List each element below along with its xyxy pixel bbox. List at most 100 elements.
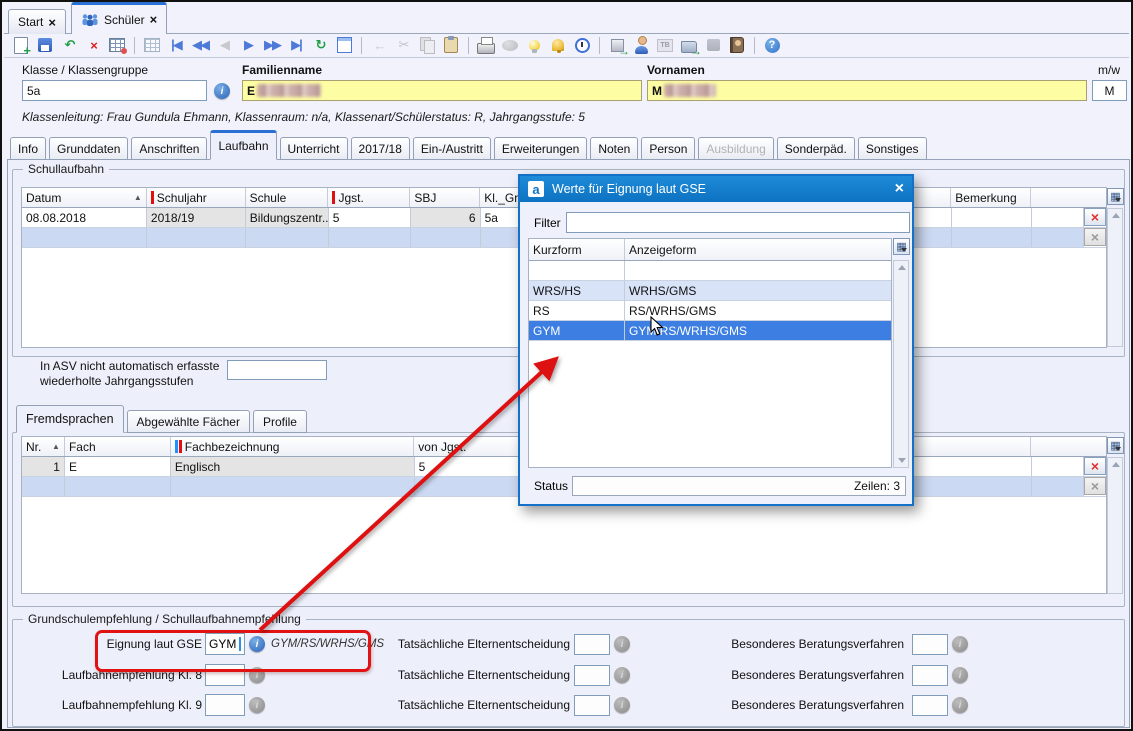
column-header-fachbezeichnung[interactable]: Fachbezeichnung [171, 437, 415, 456]
report-icon[interactable] [333, 35, 355, 55]
print-icon[interactable] [475, 35, 497, 55]
beratungsverfahren-field[interactable] [912, 695, 948, 716]
reminder-clock-icon[interactable] [571, 35, 593, 55]
tab-laufbahn[interactable]: Laufbahn [210, 130, 276, 160]
window-tab-schueler[interactable]: Schüler × [71, 2, 167, 34]
column-header-sbj[interactable]: SBJ [410, 188, 480, 207]
dialog-header-row: Kurzform Anzeigeform [529, 239, 891, 261]
tab-profile[interactable]: Profile [253, 410, 307, 433]
cell-bemerkung[interactable] [952, 208, 1032, 227]
nav-last-icon[interactable]: ▶| [285, 35, 307, 55]
close-tab-icon[interactable]: × [48, 16, 56, 29]
cell-datum[interactable]: 08.08.2018 [22, 208, 147, 227]
scroll-down-icon[interactable] [898, 458, 906, 463]
cell-sbj[interactable]: 6 [411, 208, 481, 227]
tab-fremdsprachen[interactable]: Fremdsprachen [16, 405, 124, 433]
window-tab-start[interactable]: Start × [8, 9, 66, 34]
nav-fast-forward-icon[interactable]: ▶▶ [261, 35, 283, 55]
student-icon[interactable] [630, 35, 652, 55]
column-header-kurzform[interactable]: Kurzform [529, 239, 625, 260]
cell-jgst[interactable]: 5 [329, 208, 411, 227]
tab-sonstiges[interactable]: Sonstiges [858, 137, 927, 160]
scroll-up-icon[interactable] [1112, 462, 1120, 467]
notification-bell-icon[interactable] [547, 35, 569, 55]
beratungsverfahren-field[interactable] [912, 634, 948, 655]
column-header-jgst[interactable]: Jgst. [328, 188, 410, 207]
column-config-icon[interactable] [893, 238, 910, 255]
mw-field[interactable]: M [1092, 80, 1127, 101]
cell-schuljahr[interactable]: 2018/19 [147, 208, 246, 227]
nav-forward-icon[interactable]: ▶ [237, 35, 259, 55]
save-icon[interactable] [34, 35, 56, 55]
scroll-up-icon[interactable] [898, 265, 906, 270]
tab-erweiterungen[interactable]: Erweiterungen [494, 137, 587, 160]
elternentscheidung-field[interactable] [574, 695, 610, 716]
dialog-row-wrs-hs[interactable]: WRS/HS WRHS/GMS [529, 281, 891, 301]
cell-nr[interactable]: 1 [22, 457, 65, 476]
undo-icon[interactable]: ↶ [58, 35, 80, 55]
cell-schule[interactable]: Bildungszentr... [246, 208, 329, 227]
hint-bulb-icon[interactable] [523, 35, 545, 55]
filter-input[interactable] [566, 212, 910, 233]
address-book-icon[interactable] [726, 35, 748, 55]
new-record-icon[interactable] [10, 35, 32, 55]
tab-2017-18[interactable]: 2017/18 [351, 137, 410, 160]
eignung-info-icon[interactable]: i [249, 636, 265, 652]
tab-info[interactable]: Info [10, 137, 46, 160]
dialog-titlebar[interactable]: a Werte für Eignung laut GSE × [520, 176, 912, 202]
nav-fast-back-icon[interactable]: ◀◀ [189, 35, 211, 55]
key-marker [175, 440, 178, 453]
tab-ein-austritt[interactable]: Ein-/Austritt [413, 137, 491, 160]
schullaufbahn-scrollbar[interactable] [1107, 208, 1123, 347]
column-header-fach[interactable]: Fach [65, 437, 171, 456]
nav-first-icon[interactable]: |◀ [165, 35, 187, 55]
laufbahnempfehlung-kl9-field[interactable] [205, 694, 245, 716]
delete-row-button[interactable]: × [1084, 457, 1106, 475]
fremdsprachen-scrollbar[interactable] [1107, 457, 1123, 594]
filter-row[interactable] [529, 261, 891, 281]
vornamen-field[interactable]: M [647, 80, 1087, 101]
cell-fach[interactable]: E [65, 457, 171, 476]
delete-record-icon[interactable]: × [82, 35, 104, 55]
klasse-field[interactable]: 5a [22, 80, 207, 101]
close-tab-icon[interactable]: × [150, 13, 158, 26]
tab-person[interactable]: Person [641, 137, 695, 160]
familienname-field[interactable]: E [242, 80, 642, 101]
column-header-bemerkung[interactable]: Bemerkung [951, 188, 1031, 207]
column-config-icon[interactable] [1107, 188, 1124, 205]
column-config-icon[interactable] [1107, 437, 1124, 454]
scroll-up-icon[interactable] [1112, 213, 1120, 218]
export-icon[interactable] [606, 35, 628, 55]
schullaufbahn-legend: Schullaufbahn [23, 162, 109, 176]
tab-sonderpaed[interactable]: Sonderpäd. [777, 137, 855, 160]
tab-abgewaehlte-faecher[interactable]: Abgewählte Fächer [127, 410, 250, 433]
column-header-nr[interactable]: Nr.▲ [22, 437, 65, 456]
column-header-anzeigeform[interactable]: Anzeigeform [625, 239, 891, 260]
edit-dataset-icon[interactable] [106, 35, 128, 55]
delete-row-button[interactable]: × [1084, 208, 1106, 226]
paste-icon[interactable] [440, 35, 462, 55]
laufbahnempfehlung-kl8-field[interactable] [205, 664, 245, 686]
klasse-info-icon[interactable]: i [214, 83, 230, 99]
tab-grunddaten[interactable]: Grunddaten [49, 137, 128, 160]
tab-unterricht[interactable]: Unterricht [280, 137, 348, 160]
dialog-row-gym-selected[interactable]: GYM GYM/RS/WRHS/GMS [529, 321, 891, 341]
beratungsverfahren-field[interactable] [912, 665, 948, 686]
elternentscheidung-field[interactable] [574, 665, 610, 686]
elternentscheidung-field[interactable] [574, 634, 610, 655]
dialog-scrollbar[interactable] [893, 260, 909, 468]
column-header-datum[interactable]: Datum▲ [22, 188, 147, 207]
dialog-row-rs[interactable]: RS RS/WRHS/GMS [529, 301, 891, 321]
filter-label: Filter [534, 216, 561, 230]
eignung-gse-field[interactable]: GYM [205, 633, 245, 655]
column-header-schuljahr[interactable]: Schuljahr [147, 188, 246, 207]
column-header-schule[interactable]: Schule [246, 188, 329, 207]
tab-noten[interactable]: Noten [590, 137, 638, 160]
asv-wiederholte-field[interactable] [227, 360, 327, 380]
cell-fachbezeichnung[interactable]: Englisch [171, 457, 415, 476]
help-icon[interactable] [761, 35, 783, 55]
dialog-close-icon[interactable]: × [895, 181, 904, 197]
folder-export-icon[interactable] [678, 35, 700, 55]
refresh-icon[interactable]: ↻ [309, 35, 331, 55]
tab-anschriften[interactable]: Anschriften [131, 137, 207, 160]
